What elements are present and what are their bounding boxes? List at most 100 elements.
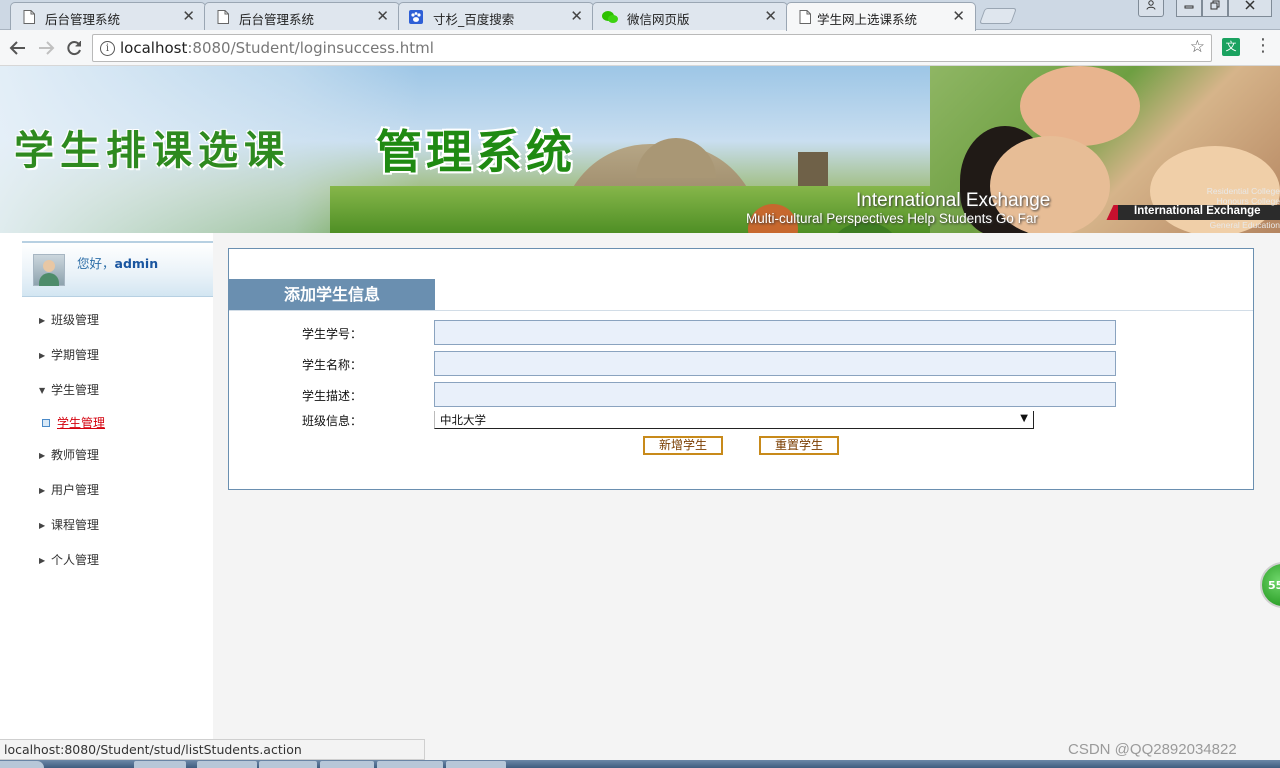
bookmark-star-icon[interactable]: ☆ bbox=[1190, 37, 1205, 57]
dropdown-arrow-icon: ▼ bbox=[1020, 413, 1028, 424]
student-desc-label: 学生描述： bbox=[302, 389, 363, 403]
browser-tab-2[interactable]: 后台管理系统 ✕ bbox=[204, 2, 400, 30]
banner-side-line: Honours College bbox=[1216, 196, 1280, 206]
sidebar-subitem-student-mgmt[interactable]: 学生管理 bbox=[0, 408, 213, 438]
banner-tagline: Multi-cultural Perspectives Help Student… bbox=[746, 211, 1038, 226]
sidebar-item-label: 学期管理 bbox=[51, 348, 100, 362]
banner-title-part2: 管理系统 bbox=[376, 125, 576, 179]
tab-title: 微信网页版 bbox=[627, 12, 690, 27]
minimize-icon[interactable] bbox=[1176, 0, 1202, 17]
class-info-label: 班级信息： bbox=[302, 414, 363, 428]
sidebar-item-personal-mgmt[interactable]: ▶ 个人管理 bbox=[0, 543, 213, 578]
square-bullet-icon bbox=[42, 419, 50, 427]
sidebar-item-course-mgmt[interactable]: ▶ 课程管理 bbox=[0, 508, 213, 543]
banner-title-part1: 学生排课选课 bbox=[14, 127, 290, 174]
sidebar-item-label: 教师管理 bbox=[51, 448, 100, 462]
site-banner: 学生排课选课 管理系统 International Exchange Multi… bbox=[0, 66, 1280, 233]
reload-icon[interactable] bbox=[62, 36, 86, 60]
close-tab-icon[interactable]: ✕ bbox=[570, 7, 583, 25]
taskbar-app[interactable] bbox=[134, 761, 186, 768]
start-button[interactable] bbox=[0, 761, 44, 768]
caret-right-icon: ▶ bbox=[39, 486, 46, 495]
status-bar-url: localhost:8080/Student/stud/listStudents… bbox=[0, 739, 425, 760]
tab-title: 寸杉_百度搜索 bbox=[433, 12, 515, 27]
banner-side-lines: Residential College Honours College Gene… bbox=[1180, 186, 1280, 230]
address-bar[interactable]: i localhost:8080/Student/loginsuccess.ht… bbox=[92, 34, 1212, 62]
sidebar-item-label: 个人管理 bbox=[51, 553, 100, 567]
new-tab-button[interactable] bbox=[979, 8, 1017, 24]
taskbar-app[interactable] bbox=[197, 761, 257, 768]
taskbar-app[interactable] bbox=[377, 761, 443, 768]
student-name-label: 学生名称： bbox=[302, 358, 363, 372]
class-select-value: 中北大学 bbox=[440, 413, 486, 427]
student-name-input[interactable] bbox=[434, 351, 1116, 376]
url-host: localhost bbox=[120, 39, 188, 57]
sidebar-menu: ▶ 班级管理 ▶ 学期管理 ▼ 学生管理 学生管理 ▶ 教师管理 ▶ 用户管理 … bbox=[0, 303, 213, 578]
student-id-input[interactable] bbox=[434, 320, 1116, 345]
username: admin bbox=[114, 256, 159, 271]
taskbar-app[interactable] bbox=[446, 761, 506, 768]
sidebar-subitem-label: 学生管理 bbox=[57, 416, 106, 430]
panel-title: 添加学生信息 bbox=[229, 279, 435, 311]
close-tab-icon[interactable]: ✕ bbox=[182, 7, 195, 25]
browser-tab-3[interactable]: 寸杉_百度搜索 ✕ bbox=[398, 2, 594, 30]
banner-intl-heading: International Exchange bbox=[856, 190, 1051, 211]
tab-title: 后台管理系统 bbox=[45, 12, 121, 27]
user-info-box: 您好，admin bbox=[22, 241, 213, 297]
window-controls bbox=[1138, 0, 1272, 18]
sidebar-item-class-mgmt[interactable]: ▶ 班级管理 bbox=[0, 303, 213, 338]
sidebar-item-label: 学生管理 bbox=[51, 383, 100, 397]
student-desc-input[interactable] bbox=[434, 382, 1116, 407]
user-profile-icon[interactable] bbox=[1138, 0, 1164, 17]
restore-icon[interactable] bbox=[1202, 0, 1228, 17]
caret-right-icon: ▶ bbox=[39, 316, 46, 325]
add-student-panel: 添加学生信息 学生学号： 学生名称： 学生描述： 班级信息： 中北大学 ▼ 新增… bbox=[228, 248, 1254, 490]
browser-tab-strip: 后台管理系统 ✕ 后台管理系统 ✕ 寸杉_百度搜索 ✕ 微信网页版 ✕ 学生网上… bbox=[0, 0, 1280, 31]
page-icon bbox=[217, 10, 229, 24]
browser-tab-1[interactable]: 后台管理系统 ✕ bbox=[10, 2, 206, 30]
sidebar: 您好，admin ▶ 班级管理 ▶ 学期管理 ▼ 学生管理 学生管理 ▶ 教师管… bbox=[0, 233, 213, 768]
close-tab-icon[interactable]: ✕ bbox=[376, 7, 389, 25]
url-path: :8080/Student/loginsuccess.html bbox=[187, 39, 434, 57]
banner-side-line: Residential College bbox=[1206, 186, 1280, 196]
greeting: 您好，admin bbox=[77, 253, 158, 272]
reset-student-button[interactable]: 重置学生 bbox=[759, 436, 839, 455]
caret-right-icon: ▶ bbox=[39, 521, 46, 530]
address-url: localhost:8080/Student/loginsuccess.html bbox=[120, 39, 434, 57]
browser-tab-4[interactable]: 微信网页版 ✕ bbox=[592, 2, 788, 30]
browser-tab-5-active[interactable]: 学生网上选课系统 ✕ bbox=[786, 2, 976, 31]
add-student-button[interactable]: 新增学生 bbox=[643, 436, 723, 455]
baidu-paw-icon bbox=[409, 10, 423, 24]
avatar bbox=[33, 254, 65, 286]
sidebar-item-term-mgmt[interactable]: ▶ 学期管理 bbox=[0, 338, 213, 373]
close-window-icon[interactable] bbox=[1228, 0, 1272, 17]
close-tab-icon[interactable]: ✕ bbox=[952, 7, 965, 25]
browser-toolbar: i localhost:8080/Student/loginsuccess.ht… bbox=[0, 30, 1280, 66]
panel-divider bbox=[229, 310, 1253, 311]
page-icon bbox=[23, 10, 35, 24]
banner-face-image bbox=[1020, 66, 1140, 146]
page-icon bbox=[799, 10, 811, 24]
sidebar-item-label: 班级管理 bbox=[51, 313, 100, 327]
floating-speed-ball[interactable]: 55 bbox=[1260, 562, 1280, 608]
tab-title: 学生网上选课系统 bbox=[817, 12, 918, 27]
forward-arrow-icon[interactable] bbox=[34, 36, 58, 60]
class-select[interactable]: 中北大学 ▼ bbox=[434, 411, 1034, 429]
caret-right-icon: ▶ bbox=[39, 556, 46, 565]
taskbar-app[interactable] bbox=[320, 761, 374, 768]
back-arrow-icon[interactable] bbox=[6, 36, 30, 60]
tab-title: 后台管理系统 bbox=[239, 12, 315, 27]
site-info-icon[interactable]: i bbox=[100, 41, 115, 56]
taskbar-app[interactable] bbox=[259, 761, 317, 768]
close-tab-icon[interactable]: ✕ bbox=[764, 7, 777, 25]
caret-right-icon: ▶ bbox=[39, 451, 46, 460]
sidebar-item-teacher-mgmt[interactable]: ▶ 教师管理 bbox=[0, 438, 213, 473]
sidebar-item-student-mgmt[interactable]: ▼ 学生管理 bbox=[0, 373, 213, 408]
sidebar-item-user-mgmt[interactable]: ▶ 用户管理 bbox=[0, 473, 213, 508]
os-taskbar bbox=[0, 760, 1280, 768]
translate-extension-icon[interactable]: 文 bbox=[1222, 38, 1240, 56]
student-id-label: 学生学号： bbox=[302, 327, 363, 341]
browser-menu-icon[interactable]: ⋮ bbox=[1254, 36, 1272, 58]
caret-down-icon: ▼ bbox=[39, 386, 46, 395]
greeting-prefix: 您好， bbox=[77, 256, 115, 271]
